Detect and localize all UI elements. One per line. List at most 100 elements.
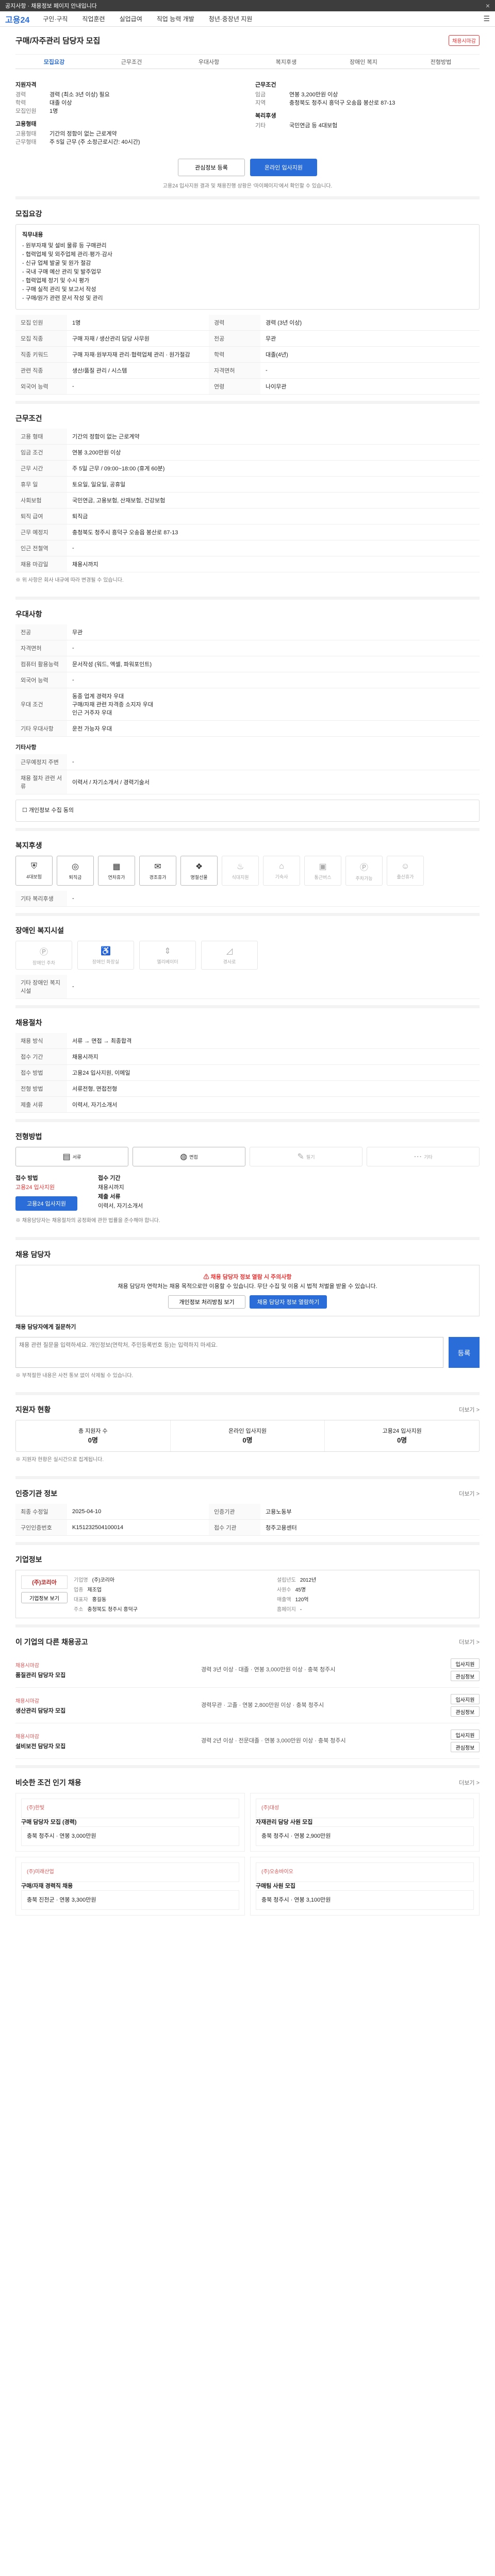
close-icon[interactable]: × (486, 2, 490, 10)
job-card[interactable]: (주)오송바이오 구매팀 사원 모집 충북 청주시 · 연봉 3,100만원 (250, 1857, 480, 1916)
scrap-button[interactable]: 관심정보 (451, 1742, 480, 1752)
calendar-icon: ▦ (112, 862, 121, 871)
table-row: 접수 기간 채용시까지 (15, 1048, 480, 1065)
step-item: ◍ 면접 (133, 1147, 245, 1166)
nav-item[interactable]: 청년·중장년 지원 (209, 14, 253, 23)
more-link[interactable]: 더보기 > (459, 1638, 480, 1646)
cert-table: 최종 수정일 2025-04-10 인증기관 고용노동부 구인인증번호 K1512325… (15, 1504, 480, 1536)
summary-right: 근무조건 임금 연봉 3,200만원 이상 지역 충청북도 청주시 흥덕구 오송읍 … (255, 76, 480, 146)
welfare-item: Ⓟ 주차가능 (345, 856, 383, 886)
welfare-item: ▦ 연차휴가 (98, 856, 135, 886)
company-info-button[interactable]: 기업정보 보기 (21, 1592, 68, 1603)
job-description: 직무내용 - 원부자재 및 설비 물류 등 구매관리 - 협력업체 및 외주업체… (15, 224, 480, 310)
table-row: 채용 마감일 채용시까지 (15, 556, 480, 572)
tab-welfare[interactable]: 복지후생 (248, 58, 325, 66)
apply-button[interactable]: 온라인 입사지원 (250, 159, 317, 176)
summary-label: 근무조건 (255, 82, 276, 88)
site-logo[interactable]: 고용24 (5, 13, 29, 25)
view-contact-button[interactable]: 채용 담당자 정보 열람하기 (250, 1295, 327, 1309)
welfare-icons: ⛨ 4대보험 ◎ 퇴직금 ▦ 연차휴가 ✉ 경조휴가 ❖ 명절선물 ♨ 식대지원 ⌂ 기숙사 … (15, 856, 480, 886)
qa-note: ※ 부적절한 내용은 사전 통보 없이 삭제될 수 있습니다. (15, 1373, 134, 1379)
table-row: 인근 전철역 - (15, 540, 480, 556)
tab-recruit[interactable]: 모집요강 (15, 58, 93, 66)
job-card[interactable]: (주)미래산업 구매/자재 경력직 채용 충북 진천군 · 연봉 3,300만원 (15, 1857, 245, 1916)
section-process: 채용절차 채용 방식 서류 → 면접 → 최종합격 접수 기간 채용시까지 접수 방… (15, 1005, 480, 1119)
job-list-item[interactable]: 채용시마감 설비보전 담당자 모집 경력 2년 이상 · 전문대졸 · 연봉 3,… (15, 1723, 480, 1759)
job-card[interactable]: (주)대성 자재관리 담당 사원 모집 충북 청주시 · 연봉 2,900만원 (250, 1793, 480, 1852)
disability-item: ◿ 경사로 (201, 941, 258, 970)
summary-row: 학력 대졸 이상 (15, 100, 72, 106)
apply-button[interactable]: 입사지원 (451, 1730, 480, 1740)
apply-button[interactable]: 입사지원 (451, 1658, 480, 1669)
section-recruit: 모집요강 직무내용 - 원부자재 및 설비 물류 등 구매관리 - 협력업체 및… (15, 196, 480, 401)
more-link[interactable]: 더보기 > (459, 1489, 480, 1498)
contact-warning: ⚠ 채용 담당자 정보 열람 시 주의사항 채용 담당자 연락처는 채용 목적으… (15, 1265, 480, 1316)
summary-left: 지원자격 경력 경력 (최소 3년 이상) 필요 학력 대졸 이상 모집인원 1명 고… (15, 76, 240, 146)
welfare-item: ◎ 퇴직금 (57, 856, 94, 886)
section-title: 이 기업의 다른 채용공고 (15, 1638, 88, 1646)
tab-disability[interactable]: 장애인 복지 (325, 58, 402, 66)
job-title-bar: 구매/자주관리 담당자 모집 채용시마감 (15, 27, 480, 55)
main-nav: 구인·구직 직업훈련 실업급여 직업 능력 개발 청년·중장년 지원 (43, 14, 252, 23)
site-header: 고용24 구인·구직 직업훈련 실업급여 직업 능력 개발 청년·중장년 지원 … (0, 11, 495, 27)
welfare-item: ▣ 통근버스 (304, 856, 341, 886)
disability-item: Ⓟ 장애인 주차 (15, 941, 72, 970)
job-list-item[interactable]: 채용시마감 품질관리 담당자 모집 경력 3년 이상 · 대졸 · 연봉 3,00… (15, 1652, 480, 1688)
house-icon: ⌂ (279, 861, 284, 871)
job-list-item[interactable]: 채용시마감 생산관리 담당자 모집 경력무관 · 고졸 · 연봉 2,800만원 … (15, 1688, 480, 1723)
question-input[interactable] (15, 1337, 443, 1368)
stat-item: 온라인 입사지원 0명 (171, 1420, 325, 1451)
table-row: 임금 조건 연봉 3,200만원 이상 (15, 444, 480, 461)
step-item: ▤ 서류 (15, 1147, 128, 1166)
checkbox-icon[interactable]: ☐ (22, 807, 29, 814)
table-row: 퇴직 급여 퇴직금 (15, 508, 480, 524)
agree-box[interactable]: ☐ 개인정보 수집 동의 (15, 800, 480, 822)
section-title: 전형방법 (15, 1132, 42, 1141)
tab-preference[interactable]: 우대사항 (170, 58, 248, 66)
table-row: 외국어 능력 - 연령 나이무관 (15, 378, 480, 395)
nav-item[interactable]: 구인·구직 (43, 14, 68, 23)
table-row: 자격면허 - (15, 640, 480, 656)
stat-item: 총 지원자 수 0명 (16, 1420, 171, 1451)
section-title: 장애인 복지시설 (15, 926, 64, 935)
summary-row: 임금 연봉 3,200만원 이상 (255, 92, 338, 98)
scrap-button[interactable]: 관심정보 (451, 1671, 480, 1681)
section-welfare: 복지후생 ⛨ 4대보험 ◎ 퇴직금 ▦ 연차휴가 ✉ 경조휴가 ❖ 명절선물 ♨ 식대지원 … (15, 828, 480, 913)
applicant-stats: 총 지원자 수 0명 온라인 입사지원 0명 고용24 입사지원 0명 (15, 1420, 480, 1452)
parking-icon: Ⓟ (39, 947, 48, 957)
welfare-item: ☺ 출산휴가 (387, 856, 424, 886)
apply-button[interactable]: 입사지원 (451, 1694, 480, 1704)
tab-selection[interactable]: 전형방법 (402, 58, 480, 66)
table-row: 기타 우대사항 운전 가능자 우대 (15, 720, 480, 737)
job-card[interactable]: (주)한빛 구매 담당자 모집 (경력) 충북 청주시 · 연봉 3,000만원 (15, 1793, 245, 1852)
table-row: 최종 수정일 2025-04-10 인증기관 고용노동부 (15, 1504, 480, 1520)
nav-item[interactable]: 직업훈련 (82, 14, 105, 23)
gift-icon: ✉ (154, 862, 161, 871)
scrap-button[interactable]: 관심정보 등록 (178, 159, 245, 176)
privacy-button[interactable]: 개인정보 처리방침 보기 (168, 1295, 245, 1309)
disability-etc-table: 기타 장애인 복지시설 - (15, 975, 480, 999)
section-title: 기업정보 (15, 1555, 42, 1564)
company-info: 기업명 (주)코리아 설립년도 2012년 업종 제조업 사원수 45명 대표자 홍길동 … (74, 1578, 317, 1613)
baby-icon: ☺ (401, 861, 410, 871)
pencil-icon: ✎ (297, 1153, 304, 1161)
tab-conditions[interactable]: 근무조건 (93, 58, 170, 66)
etc-table: 근무예정지 주변 - 채용 절차 관련 서류 이력서 / 자기소개서 / 경력기술서 (15, 754, 480, 794)
chat-icon: ◍ (180, 1153, 188, 1161)
section-title: 우대사항 (15, 610, 42, 618)
section-similar-jobs: 비슷한 조건 인기 채용 더보기 > (주)한빛 구매 담당자 모집 (경력) 충북 … (15, 1765, 480, 1922)
section-selection: 전형방법 ▤ 서류 ◍ 면접 ✎ 필기 ⋯ 기타 접수 방법 고용24 입사지원 고용24 … (15, 1119, 480, 1237)
scrap-button[interactable]: 관심정보 (451, 1706, 480, 1717)
menu-icon[interactable]: ☰ (483, 14, 490, 23)
nav-item[interactable]: 직업 능력 개발 (157, 14, 194, 23)
table-row: 근무 시간 주 5일 근무 / 09:00~18:00 (휴게 60분) (15, 460, 480, 477)
apply-button[interactable]: 고용24 입사지원 (15, 1196, 77, 1211)
submit-question-button[interactable]: 등록 (449, 1337, 480, 1368)
document-icon: ▤ (62, 1153, 71, 1161)
ramp-icon: ◿ (226, 946, 233, 956)
more-link[interactable]: 더보기 > (459, 1405, 480, 1414)
more-link[interactable]: 더보기 > (459, 1778, 480, 1787)
nav-item[interactable]: 실업급여 (120, 14, 142, 23)
apply-note: 고용24 입사지원 결과 및 채용진행 상황은 ‘마이페이지’에서 확인할 수 … (162, 183, 333, 189)
company-card: (주)코리아 기업정보 보기 기업명 (주)코리아 설립년도 2012년 업종 제조업… (15, 1570, 480, 1618)
